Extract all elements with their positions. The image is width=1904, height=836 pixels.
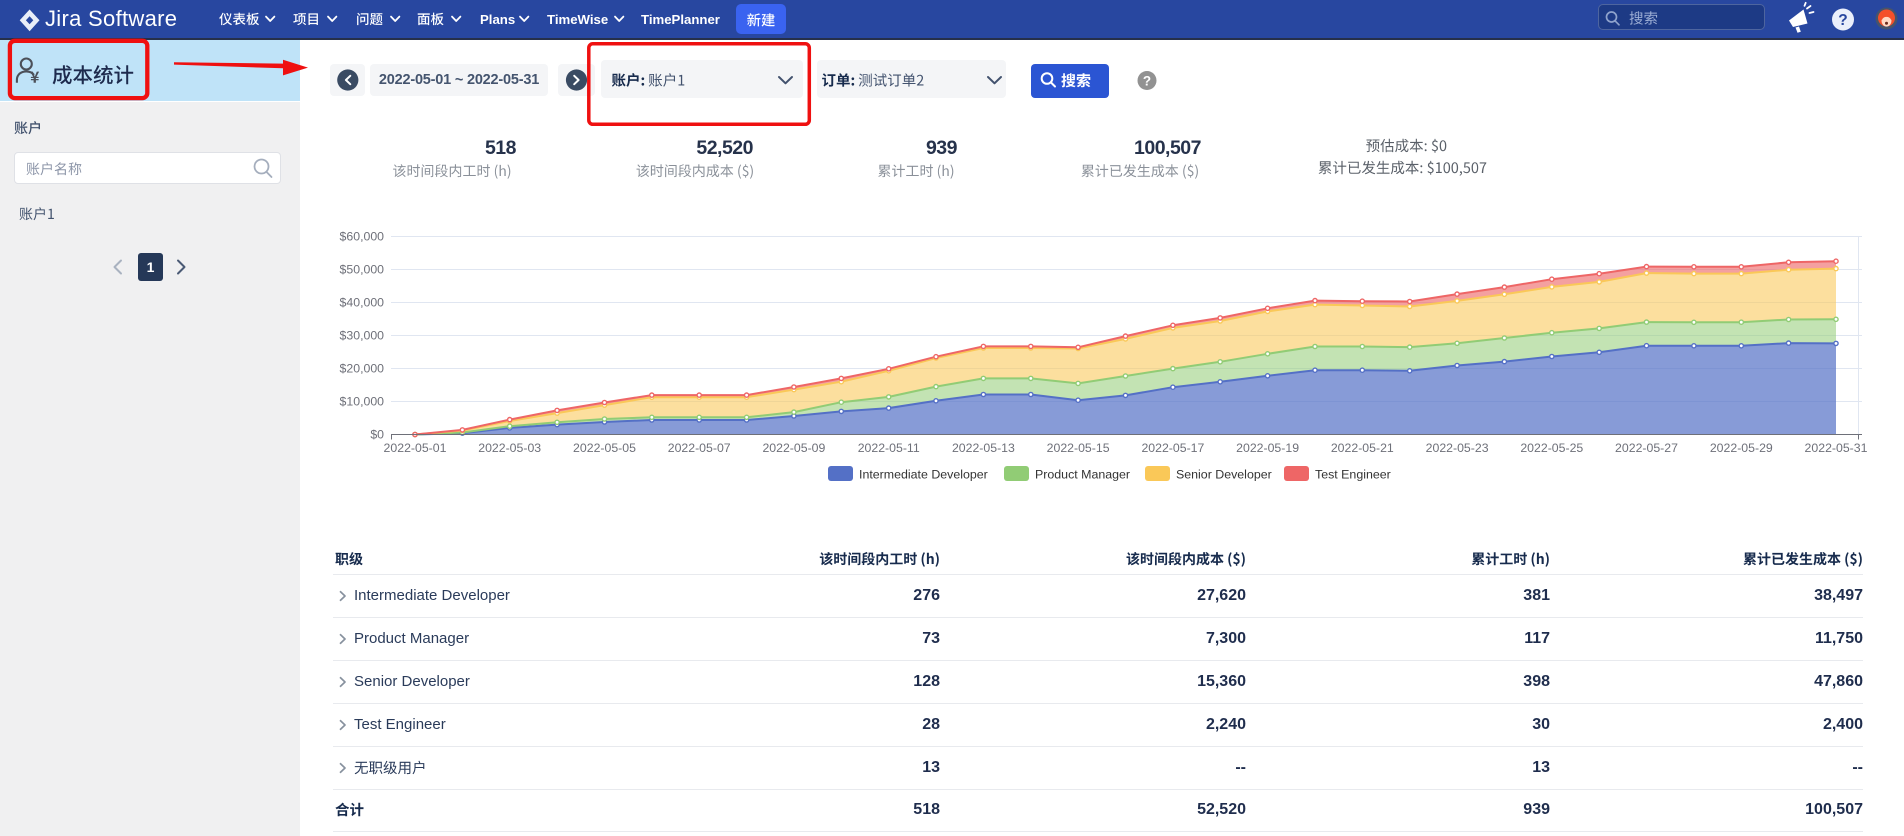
svg-text:2022-05-05: 2022-05-05	[573, 441, 636, 455]
svg-text:$0: $0	[370, 428, 384, 442]
svg-text:2022-05-19: 2022-05-19	[1236, 441, 1299, 455]
svg-text:2022-05-11: 2022-05-11	[858, 441, 920, 455]
svg-text:2022-05-29: 2022-05-29	[1710, 441, 1773, 455]
svg-text:2022-05-23: 2022-05-23	[1426, 441, 1489, 455]
svg-text:$50,000: $50,000	[340, 263, 385, 277]
svg-text:2022-05-07: 2022-05-07	[668, 441, 731, 455]
svg-text:2022-05-31: 2022-05-31	[1805, 441, 1868, 455]
svg-text:2022-05-01: 2022-05-01	[384, 441, 447, 455]
svg-text:2022-05-15: 2022-05-15	[1047, 441, 1110, 455]
svg-text:$60,000: $60,000	[340, 230, 385, 244]
svg-text:2022-05-09: 2022-05-09	[762, 441, 825, 455]
svg-text:?: ?	[1143, 74, 1151, 89]
svg-text:$10,000: $10,000	[340, 395, 385, 409]
svg-text:2022-05-17: 2022-05-17	[1141, 441, 1204, 455]
svg-text:2022-05-27: 2022-05-27	[1615, 441, 1678, 455]
svg-text:Senior Developer: Senior Developer	[1176, 468, 1272, 482]
svg-text:2022-05-13: 2022-05-13	[952, 441, 1015, 455]
svg-text:Product Manager: Product Manager	[1035, 468, 1130, 482]
svg-text:$40,000: $40,000	[340, 296, 385, 310]
svg-text:Intermediate Developer: Intermediate Developer	[859, 468, 988, 482]
svg-text:2022-05-25: 2022-05-25	[1520, 441, 1583, 455]
svg-text:$20,000: $20,000	[340, 362, 385, 376]
svg-text:2022-05-21: 2022-05-21	[1331, 441, 1394, 455]
svg-text:$30,000: $30,000	[340, 329, 385, 343]
svg-text:2022-05-03: 2022-05-03	[478, 441, 541, 455]
svg-text:Test Engineer: Test Engineer	[1315, 468, 1391, 482]
